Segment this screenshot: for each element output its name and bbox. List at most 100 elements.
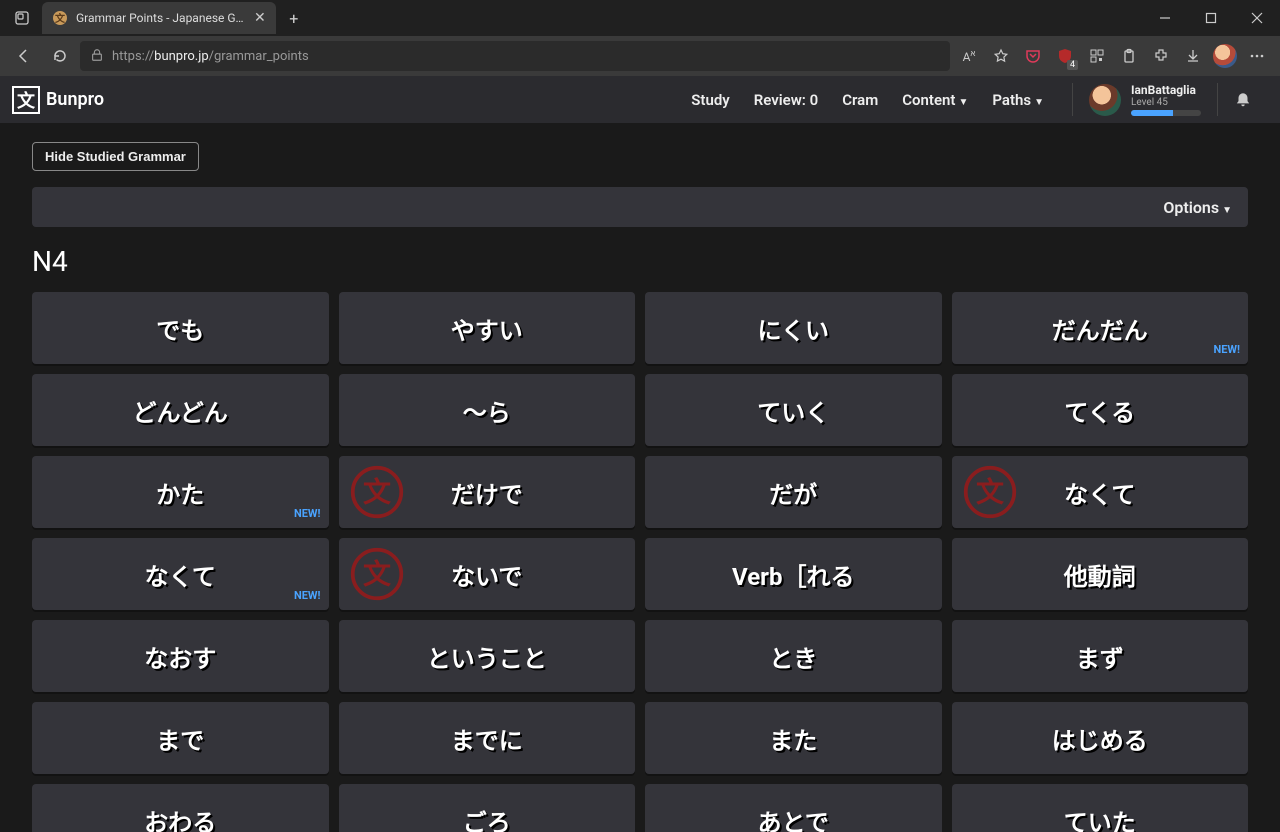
grammar-tile[interactable]: まず — [952, 620, 1249, 692]
grammar-tile[interactable]: でも — [32, 292, 329, 364]
more-menu-icon[interactable] — [1242, 40, 1272, 72]
new-tab-button[interactable]: + — [280, 4, 308, 32]
grammar-tile[interactable]: までに — [339, 702, 636, 774]
new-badge: NEW! — [294, 589, 321, 602]
nav-cram[interactable]: Cram — [842, 91, 878, 109]
logo-text: Bunpro — [46, 89, 104, 110]
grammar-tile[interactable]: ていく — [645, 374, 942, 446]
chevron-down-icon: ▼ — [1222, 205, 1232, 216]
grammar-tile-label: とき — [769, 639, 817, 674]
tab-close-icon[interactable]: ✕ — [254, 10, 266, 26]
studied-stamp-icon: 文 — [349, 546, 405, 602]
window-controls — [1142, 0, 1280, 36]
grammar-tile[interactable]: とき — [645, 620, 942, 692]
favorite-icon[interactable] — [986, 40, 1016, 72]
grammar-tile[interactable]: あとで — [645, 784, 942, 832]
grammar-tile[interactable]: てくる — [952, 374, 1249, 446]
app-logo[interactable]: 文 Bunpro — [12, 86, 104, 114]
extensions-icon[interactable] — [1146, 40, 1176, 72]
grammar-tile[interactable]: やすい — [339, 292, 636, 364]
grammar-tile[interactable]: 文だけで — [339, 456, 636, 528]
pocket-icon[interactable] — [1018, 40, 1048, 72]
grammar-tile[interactable]: 〜ら — [339, 374, 636, 446]
bell-icon — [1234, 91, 1252, 109]
grammar-tile[interactable]: なくて NEW! — [32, 538, 329, 610]
grammar-tile-label: あとで — [758, 803, 829, 832]
grammar-tile-label: ごろ — [463, 803, 511, 832]
grammar-tile-label: 他動詞 — [1064, 557, 1136, 592]
nav-paths[interactable]: Paths▼ — [992, 91, 1044, 109]
reader-mode-icon[interactable]: Aא — [954, 40, 984, 72]
grammar-tile-label: やすい — [451, 311, 523, 346]
hide-studied-button[interactable]: Hide Studied Grammar — [32, 142, 199, 171]
grammar-tile[interactable]: まで — [32, 702, 329, 774]
grammar-tile-label: おわる — [144, 803, 216, 832]
user-level: Level 45 — [1131, 97, 1201, 108]
tab-overview-icon[interactable] — [8, 4, 36, 32]
grammar-tile-label: だけで — [451, 475, 523, 510]
grammar-tile[interactable]: だんだんNEW! — [952, 292, 1249, 364]
xp-bar — [1131, 110, 1201, 116]
grammar-tile[interactable]: ごろ — [339, 784, 636, 832]
grammar-tile-label: ということ — [427, 639, 547, 674]
grammar-tile[interactable]: はじめる — [952, 702, 1249, 774]
grammar-tile[interactable]: にくい — [645, 292, 942, 364]
grammar-tile-label: まず — [1076, 639, 1124, 674]
profile-avatar[interactable] — [1210, 40, 1240, 72]
nav-review[interactable]: Review: 0 — [754, 91, 818, 109]
grammar-tile[interactable]: 文 なくて — [952, 456, 1249, 528]
grammar-tile[interactable]: また — [645, 702, 942, 774]
grammar-tile-label: ていた — [1064, 803, 1136, 832]
user-avatar — [1089, 84, 1121, 116]
refresh-button[interactable] — [44, 40, 76, 72]
maximize-button[interactable] — [1188, 0, 1234, 36]
grammar-tile-label: まで — [156, 721, 204, 756]
browser-titlebar: 文 Grammar Points - Japanese Gram ✕ + — [0, 0, 1280, 36]
grammar-tile-label: はじめる — [1052, 721, 1148, 756]
svg-text:文: 文 — [55, 12, 66, 25]
page-content: Hide Studied Grammar Options▼ N4 でもやすいにく… — [0, 124, 1280, 832]
browser-tab[interactable]: 文 Grammar Points - Japanese Gram ✕ — [42, 2, 276, 34]
ublock-icon[interactable]: 4 — [1050, 40, 1080, 72]
grammar-tile-label: ていく — [757, 393, 829, 428]
notifications-button[interactable] — [1218, 91, 1268, 109]
nav-content[interactable]: Content▼ — [902, 91, 968, 109]
url-box[interactable]: https://bunpro.jp/grammar_points — [80, 41, 950, 71]
user-block[interactable]: IanBattaglia Level 45 — [1072, 83, 1218, 116]
grammar-tile[interactable]: なおす — [32, 620, 329, 692]
qr-icon[interactable] — [1082, 40, 1112, 72]
grammar-tile-label: ないで — [451, 557, 522, 592]
back-button[interactable] — [8, 40, 40, 72]
grammar-tile[interactable]: どんどん — [32, 374, 329, 446]
studied-stamp-icon: 文 — [962, 464, 1018, 520]
grammar-tile-label: までに — [451, 721, 523, 756]
lock-icon — [90, 47, 104, 66]
grammar-tile[interactable]: ていた — [952, 784, 1249, 832]
close-window-button[interactable] — [1234, 0, 1280, 36]
grammar-tile[interactable]: Verb［れる — [645, 538, 942, 610]
grammar-grid: でもやすいにくいだんだんNEW!どんどん〜らていくてくるかたNEW!文だけでだが… — [32, 292, 1248, 832]
grammar-tile-label: また — [769, 721, 817, 756]
grammar-tile-label: なくて — [145, 557, 216, 592]
grammar-tile[interactable]: かたNEW! — [32, 456, 329, 528]
options-dropdown[interactable]: Options▼ — [1163, 198, 1232, 217]
grammar-tile[interactable]: ということ — [339, 620, 636, 692]
grammar-tile-label: でも — [156, 311, 204, 346]
grammar-tile-label: だが — [769, 475, 817, 510]
chevron-down-icon: ▼ — [1034, 97, 1044, 108]
grammar-tile-label: にくい — [757, 311, 829, 346]
grammar-tile[interactable]: 文 ないで — [339, 538, 636, 610]
grammar-tile-label: かた — [156, 475, 204, 510]
grammar-tile[interactable]: おわる — [32, 784, 329, 832]
tab-title: Grammar Points - Japanese Gram — [76, 11, 246, 25]
grammar-tile[interactable]: 他動詞 — [952, 538, 1249, 610]
clipboard-icon[interactable] — [1114, 40, 1144, 72]
grammar-tile[interactable]: だが — [645, 456, 942, 528]
browser-addressbar: https://bunpro.jp/grammar_points Aא 4 — [0, 36, 1280, 76]
grammar-tile-label: なおす — [144, 639, 216, 674]
grammar-tile-label: てくる — [1064, 393, 1135, 428]
minimize-button[interactable] — [1142, 0, 1188, 36]
grammar-tile-label: なくて — [1064, 475, 1135, 510]
downloads-icon[interactable] — [1178, 40, 1208, 72]
nav-study[interactable]: Study — [691, 91, 729, 109]
